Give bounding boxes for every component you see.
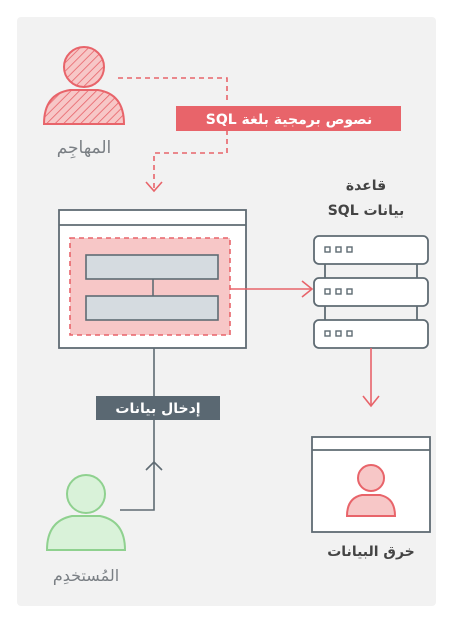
sql-injection-label: نصوص برمجية بلغة SQL [206,112,372,128]
data-entry-label: إدخال بيانات [115,401,200,417]
form-field-1 [85,254,219,280]
injection-path [118,77,228,190]
user-icon [45,474,127,551]
database-title-line1: قاعدة [346,178,386,194]
form-field-2 [85,295,219,321]
user-to-form-line [120,348,155,511]
attacker-label: المهاجِم [57,138,112,159]
database-title-line2: بيانات SQL [328,203,405,219]
database-server-icon [313,235,429,349]
user-label: المُستخدِم [53,566,119,585]
attacker-icon [42,46,126,125]
web-form-window [58,209,247,349]
sql-injection-diagram: المهاجِم نصوص برمجية بلغة SQL قاعدة بيان… [42,46,431,585]
data-breach-label: خرق البيانات [327,544,415,560]
